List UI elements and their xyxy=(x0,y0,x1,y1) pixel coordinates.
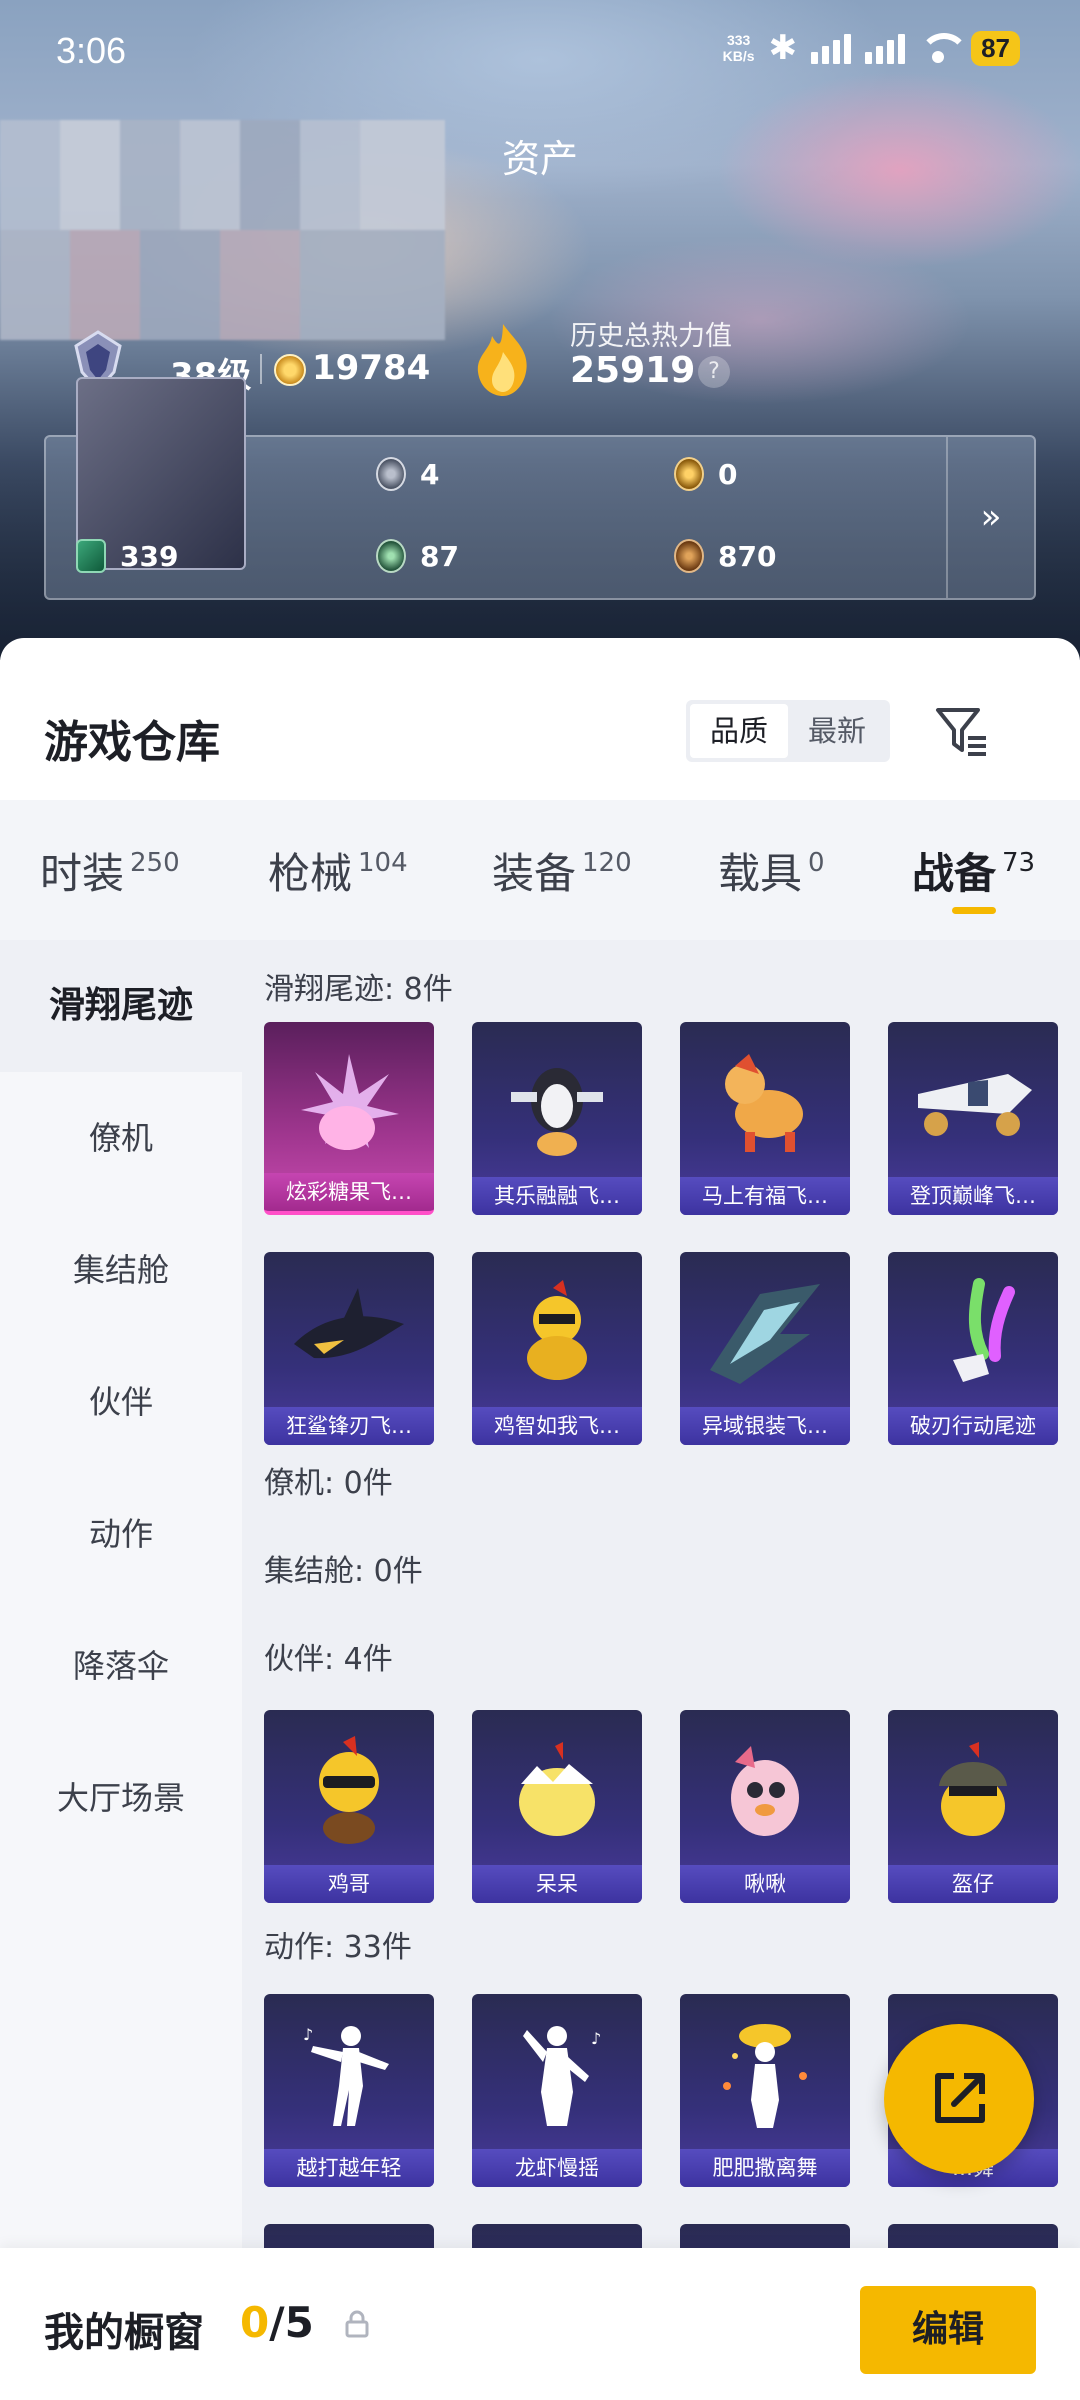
clock: 3:06 xyxy=(56,30,127,71)
filter-icon[interactable] xyxy=(932,700,992,760)
signal-icon-2 xyxy=(865,32,906,64)
daidai-chick-icon xyxy=(492,1728,622,1856)
penguin-glider-icon xyxy=(492,1040,622,1168)
tab-equipment[interactable]: 装备 120 xyxy=(492,800,632,940)
green-orb-icon xyxy=(376,539,406,573)
share-icon xyxy=(935,2073,985,2123)
tab-battle-gear[interactable]: 战备 73 xyxy=(912,800,1035,940)
sidebar-item-wingman[interactable]: 僚机 xyxy=(0,1072,242,1204)
section-title-glide: 滑翔尾迹: 8件 xyxy=(264,972,453,1007)
svg-text:♪: ♪ xyxy=(303,2025,313,2044)
currency-item: 339 xyxy=(76,539,178,573)
gray-coin-icon xyxy=(376,457,406,491)
item-card[interactable]: 肥肥撒离舞 xyxy=(680,1994,850,2187)
chicken-glider-icon xyxy=(492,1270,622,1398)
section-title-capsule: 集结舱: 0件 xyxy=(264,1554,423,1589)
divider xyxy=(260,354,262,384)
sway-emote-icon: ♪ xyxy=(492,2012,622,2140)
sidebar-item-parachute[interactable]: 降落伞 xyxy=(0,1600,242,1732)
chicken-bro-icon xyxy=(284,1728,414,1856)
heat-value: 25919 xyxy=(570,350,696,391)
currency-item: 87 xyxy=(376,539,459,573)
sidebar-item-partner[interactable]: 伙伴 xyxy=(0,1336,242,1468)
flame-icon xyxy=(477,324,527,396)
tab-fashion[interactable]: 时装 250 xyxy=(40,800,180,940)
section-title-emote: 动作: 33件 xyxy=(264,1930,412,1965)
gold-coin-icon xyxy=(674,457,704,491)
item-card[interactable]: 鸡智如我飞… xyxy=(472,1252,642,1445)
shark-glider-icon xyxy=(284,1270,414,1398)
heat-label: 历史总热力值 xyxy=(570,321,732,352)
page-title: 资产 xyxy=(501,137,578,181)
currency-item: 1 xyxy=(76,377,246,570)
sort-quality-button[interactable]: 品质 xyxy=(690,704,788,758)
jiujiu-bird-icon xyxy=(700,1728,830,1856)
bluetooth-icon: ✱ xyxy=(768,28,798,68)
showcase-label: 我的橱窗 xyxy=(44,2310,204,2356)
tab-vehicles[interactable]: 载具 0 xyxy=(718,800,825,940)
section-title-wingman: 僚机: 0件 xyxy=(264,1466,393,1501)
silver-wing-glider-icon xyxy=(700,1270,830,1398)
item-card[interactable]: ♪ 越打越年轻 xyxy=(264,1994,434,2187)
item-card[interactable]: 狂鲨锋刃飞… xyxy=(264,1252,434,1445)
item-card[interactable]: 其乐融融飞… xyxy=(472,1022,642,1215)
share-button[interactable] xyxy=(884,2024,1034,2174)
item-card[interactable]: 异域银装飞… xyxy=(680,1252,850,1445)
item-card[interactable]: 鸡哥 xyxy=(264,1710,434,1903)
category-tabs: 时装 250 枪械 104 装备 120 载具 0 战备 73 xyxy=(0,800,1080,940)
lock-icon xyxy=(345,2310,369,2338)
green-card-icon xyxy=(76,539,106,573)
showcase-count: 0/5 xyxy=(240,2298,314,2347)
sidebar-item-capsule[interactable]: 集结舱 xyxy=(0,1204,242,1336)
item-card[interactable]: 炫彩糖果飞… xyxy=(264,1022,434,1215)
sidebar-item-lobby-scene[interactable]: 大厅场景 xyxy=(0,1732,242,1864)
item-card[interactable]: 破刃行动尾迹 xyxy=(888,1252,1058,1445)
bronze-coin-icon xyxy=(674,539,704,573)
showcase-bar: 我的橱窗 0/5 编辑 xyxy=(0,2248,1080,2400)
coin-icon xyxy=(274,354,306,386)
item-card[interactable]: 马上有福飞… xyxy=(680,1022,850,1215)
item-card[interactable]: 啾啾 xyxy=(680,1710,850,1903)
currency-panel: 1 4 0 339 87 870 » xyxy=(44,377,1036,600)
sort-newest-button[interactable]: 最新 xyxy=(788,704,886,758)
currency-item: 0 xyxy=(674,457,737,491)
side-nav: 滑翔尾迹 僚机 集结舱 伙伴 动作 降落伞 大厅场景 xyxy=(0,940,242,2400)
candy-glider-icon xyxy=(284,1040,414,1168)
item-content: 滑翔尾迹: 8件 炫彩糖果飞… 其乐融融飞… 马上有福飞… 登顶巅峰飞… 狂鲨锋… xyxy=(242,940,1080,2400)
firework-emote-icon xyxy=(700,2012,830,2140)
net-speed: 333 KB/s xyxy=(722,32,755,64)
coin-value: 19784 xyxy=(312,348,431,388)
dance-emote-icon: ♪ xyxy=(284,2012,414,2140)
edit-button[interactable]: 编辑 xyxy=(860,2286,1036,2374)
warehouse-title: 游戏仓库 xyxy=(44,717,220,768)
sidebar-item-emote[interactable]: 动作 xyxy=(0,1468,242,1600)
item-card[interactable]: 登顶巅峰飞… xyxy=(888,1022,1058,1215)
smoke-trail-icon xyxy=(908,1270,1038,1398)
item-card[interactable]: 盔仔 xyxy=(888,1710,1058,1903)
section-title-partner: 伙伴: 4件 xyxy=(264,1642,393,1677)
sort-toggle: 品质 最新 xyxy=(686,700,890,762)
currency-item: 870 xyxy=(674,539,776,573)
status-bar: 3:06 333 KB/s ✱ 87 xyxy=(0,0,1080,100)
item-card[interactable]: 呆呆 xyxy=(472,1710,642,1903)
helmet-chick-icon xyxy=(908,1728,1038,1856)
item-card[interactable]: ♪ 龙虾慢摇 xyxy=(472,1994,642,2187)
status-icons: 333 KB/s ✱ 87 xyxy=(723,30,1020,66)
svg-text:♪: ♪ xyxy=(591,2029,601,2048)
sidebar-item-glide-trail[interactable]: 滑翔尾迹 xyxy=(0,940,242,1072)
battery-indicator: 87 xyxy=(971,30,1020,66)
signal-icon xyxy=(811,32,852,64)
wifi-icon xyxy=(919,33,970,63)
more-currency-button[interactable]: » xyxy=(946,437,1034,598)
help-icon[interactable]: ? xyxy=(698,356,730,388)
horse-glider-icon xyxy=(700,1040,830,1168)
currency-item: 4 xyxy=(376,457,439,491)
tab-guns[interactable]: 枪械 104 xyxy=(268,800,408,940)
jet-glider-icon xyxy=(908,1040,1038,1168)
